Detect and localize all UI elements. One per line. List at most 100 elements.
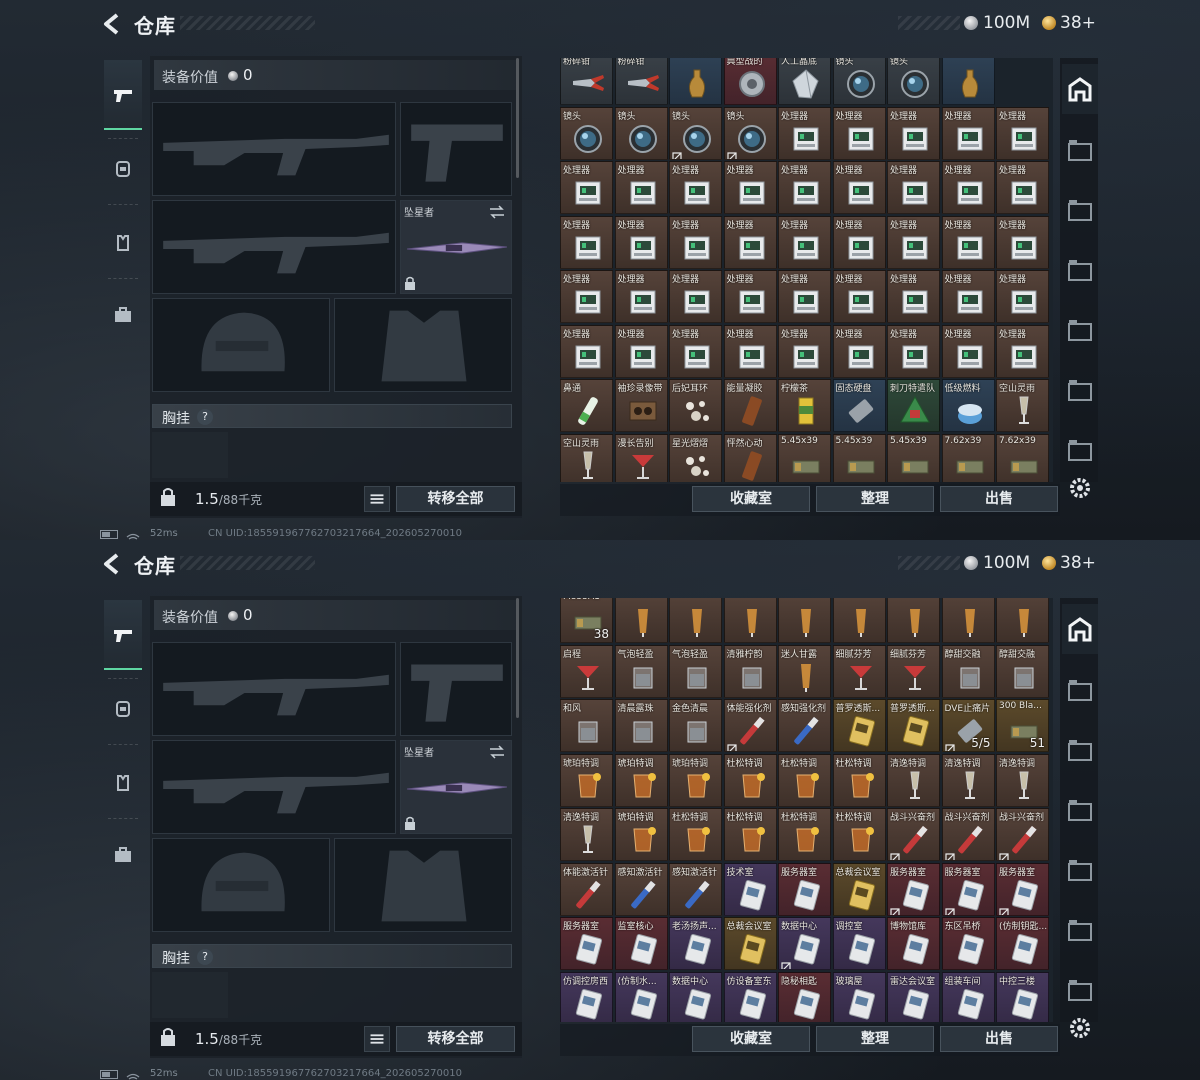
inventory-item[interactable]: 迷人甘露 — [778, 644, 831, 698]
inventory-item[interactable]: 处理器 — [996, 106, 1049, 160]
storage-tab-icon[interactable] — [1066, 796, 1094, 824]
inventory-item[interactable]: 感知激活针 — [669, 862, 722, 916]
list-view-button[interactable] — [364, 1026, 390, 1052]
storage-tab-icon[interactable] — [1066, 676, 1094, 704]
inventory-item[interactable]: 处理器 — [996, 270, 1049, 323]
inventory-item[interactable]: 琥珀特调 — [560, 753, 613, 807]
sell-button[interactable]: 出售 — [940, 1026, 1058, 1052]
inventory-item[interactable]: 处理器 — [723, 161, 777, 214]
inventory-item[interactable]: (仿制钥匙... — [996, 917, 1049, 970]
inventory-item[interactable]: 仿设备室东 — [723, 971, 777, 1022]
collection-room-button[interactable]: 收藏室 — [692, 1026, 810, 1052]
inventory-item[interactable]: 服务器室 — [778, 862, 831, 916]
inventory-item[interactable]: 醇甜交融 — [996, 644, 1049, 698]
inventory-item[interactable]: 雷达会议室 — [887, 971, 940, 1022]
inventory-item[interactable]: 处理器 — [778, 270, 831, 323]
armor-slot[interactable] — [334, 298, 512, 392]
inventory-item[interactable]: 鼻通 — [560, 379, 613, 432]
inventory-item[interactable]: DVE止痛片 5/5 — [941, 699, 995, 752]
back-arrow-icon[interactable] — [100, 12, 124, 36]
transfer-all-button[interactable]: 转移全部 — [396, 486, 515, 512]
inventory-item[interactable]: 琥珀特调 — [614, 808, 668, 861]
inventory-item[interactable]: 固态硬盘 — [832, 379, 886, 432]
inventory-item[interactable]: 杜松特调 — [832, 753, 886, 807]
inventory-item[interactable]: 金色清晨 — [669, 699, 722, 752]
inventory-item[interactable]: 处理器 — [669, 161, 722, 214]
primary-weapon-slot[interactable] — [152, 102, 396, 196]
inventory-item[interactable]: 服务器室 — [996, 862, 1049, 916]
inventory-item[interactable]: 5.45x39 — [887, 433, 940, 482]
inventory-item[interactable]: 总裁会议室 — [723, 917, 777, 970]
secondary-weapon-slot[interactable] — [152, 740, 396, 834]
inventory-item[interactable]: 调控室 — [832, 917, 886, 970]
inventory-item[interactable] — [996, 598, 1049, 643]
inventory-item[interactable] — [614, 598, 668, 643]
inventory-item[interactable] — [778, 598, 831, 643]
inventory-item[interactable] — [832, 598, 886, 643]
inventory-item[interactable]: 7.62x39 — [941, 433, 995, 482]
inventory-item[interactable]: 数据中心 — [778, 917, 831, 970]
inventory-item[interactable]: 感知强化剂 — [778, 699, 831, 752]
scrollbar[interactable] — [516, 58, 519, 178]
back-arrow-icon[interactable] — [100, 552, 124, 576]
storage-tab-icon[interactable] — [1066, 316, 1094, 344]
inventory-item[interactable]: 服务器室 — [887, 862, 940, 916]
inventory-item[interactable]: 老汤扬声... — [669, 917, 722, 970]
inventory-item[interactable]: 处理器 — [941, 106, 995, 160]
inventory-item[interactable]: 处理器 — [669, 270, 722, 323]
inventory-item[interactable]: 处理器 — [560, 161, 613, 214]
storage-tab-icon[interactable] — [1066, 376, 1094, 404]
inventory-item[interactable]: 漫长告别 — [614, 433, 668, 482]
scrollbar[interactable] — [516, 598, 519, 718]
inventory-item[interactable] — [669, 58, 722, 105]
inventory-item[interactable]: 醇甜交融 — [941, 644, 995, 698]
helmet-slot[interactable] — [152, 838, 330, 932]
home-storage-icon[interactable] — [1066, 76, 1094, 104]
inventory-item[interactable]: 空山灵雨 — [996, 379, 1049, 432]
inventory-item[interactable]: 处理器 — [941, 161, 995, 214]
inventory-item[interactable]: 怦然心动 — [723, 433, 777, 482]
inventory-item[interactable]: 技术室 — [723, 862, 777, 916]
inventory-item[interactable]: 处理器 — [614, 270, 668, 323]
collection-room-button[interactable]: 收藏室 — [692, 486, 810, 512]
secondary-weapon-slot[interactable] — [152, 200, 396, 294]
inventory-item[interactable]: 杜松特调 — [832, 808, 886, 861]
inventory-item[interactable]: 细腻芬芳 — [887, 644, 940, 698]
inventory-item[interactable]: 低级燃料 — [941, 379, 995, 432]
inventory-item[interactable]: 镜头 — [614, 106, 668, 160]
inventory-item[interactable]: 处理器 — [941, 270, 995, 323]
vest-tab-icon[interactable] — [104, 224, 142, 262]
inventory-item[interactable]: 处理器 — [614, 324, 668, 378]
inventory-item[interactable]: 隐秘相匙 — [778, 971, 831, 1022]
inventory-item[interactable]: 粉碎钳 — [614, 58, 668, 105]
inventory-item[interactable]: 琥珀特调 — [669, 753, 722, 807]
inventory-item[interactable]: 处理器 — [778, 215, 831, 269]
inventory-item[interactable]: 5.45x39 — [832, 433, 886, 482]
inventory-item[interactable]: 气泡轻盈 — [669, 644, 722, 698]
inventory-item[interactable]: 杜松特调 — [669, 808, 722, 861]
inventory-item[interactable]: 战斗兴奋剂 — [887, 808, 940, 861]
inventory-item[interactable]: 处理器 — [832, 161, 886, 214]
inventory-item[interactable]: 处理器 — [778, 324, 831, 378]
inventory-item[interactable]: 空山灵雨 — [560, 433, 613, 482]
inventory-item[interactable]: 7.62x39 — [996, 433, 1049, 482]
sort-button[interactable]: 整理 — [816, 486, 934, 512]
inventory-item[interactable]: 处理器 — [723, 215, 777, 269]
inventory-item[interactable]: 感知激活针 — [614, 862, 668, 916]
inventory-item[interactable]: 粉碎钳 — [560, 58, 613, 105]
inventory-item[interactable]: 典型战的 — [723, 58, 777, 105]
inventory-item[interactable]: 处理器 — [941, 324, 995, 378]
inventory-item[interactable]: M855A1 38 — [560, 598, 613, 643]
inventory-item[interactable]: 处理器 — [887, 215, 940, 269]
inventory-item[interactable]: 博物馆库 — [887, 917, 940, 970]
inventory-item[interactable]: 人工晶底 — [778, 58, 831, 105]
inventory-item[interactable]: 镜头 — [669, 106, 722, 160]
storage-tab-icon[interactable] — [1066, 916, 1094, 944]
inventory-item[interactable] — [941, 58, 995, 105]
inventory-item[interactable]: 能量凝胶 — [723, 379, 777, 432]
inventory-item[interactable]: 玻璃屋 — [832, 971, 886, 1022]
inventory-item[interactable]: 数据中心 — [669, 971, 722, 1022]
inventory-item[interactable]: 刺刀特遣队 — [887, 379, 940, 432]
inventory-item[interactable]: 镜头 — [560, 106, 613, 160]
inventory-item[interactable]: 处理器 — [723, 270, 777, 323]
